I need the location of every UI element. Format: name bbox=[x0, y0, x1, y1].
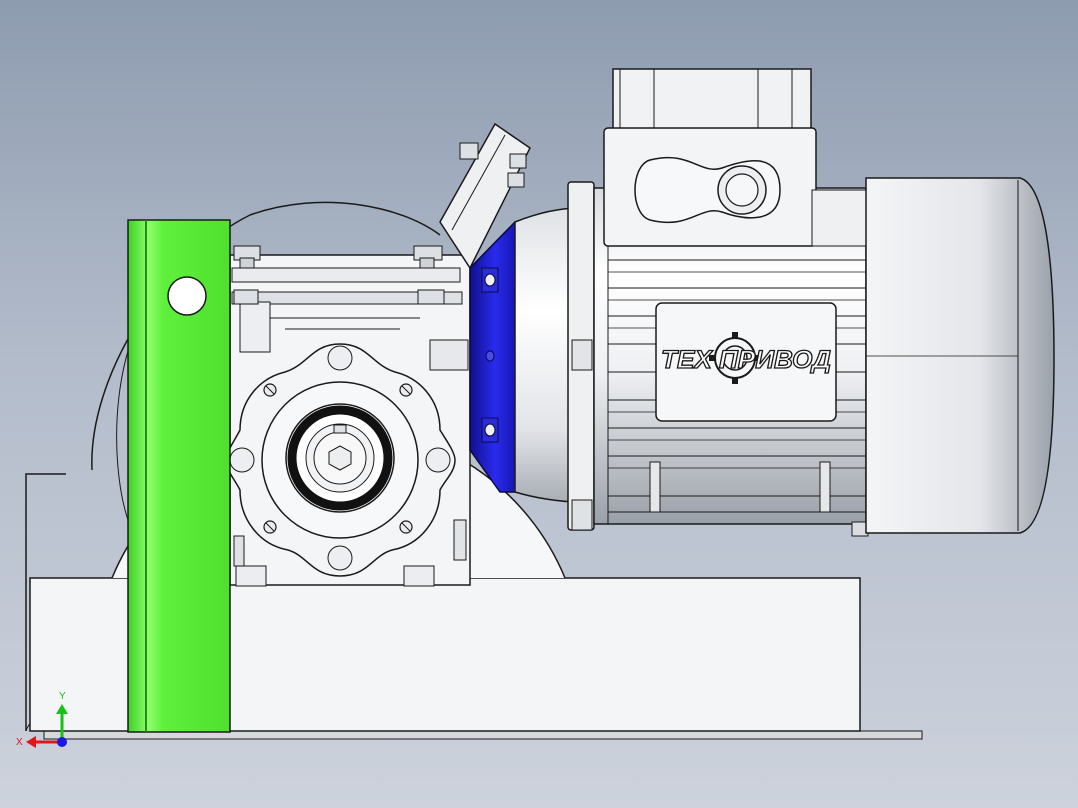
screw-icon bbox=[399, 383, 413, 397]
bolt-icon bbox=[417, 289, 445, 305]
screw-icon bbox=[399, 520, 413, 534]
motor-gearbox-model[interactable]: ТЕХ ПРИВОД Y X bbox=[0, 0, 1078, 808]
bolt-icon bbox=[507, 172, 525, 188]
terminal-box[interactable] bbox=[603, 68, 869, 247]
mounting-bracket[interactable] bbox=[127, 219, 231, 733]
screw-icon bbox=[263, 383, 277, 397]
x-axis-label: X bbox=[16, 737, 23, 748]
cad-viewport[interactable]: ТЕХ ПРИВОД Y X bbox=[0, 0, 1078, 808]
motor-end-cap[interactable] bbox=[865, 177, 1055, 534]
bolt-icon bbox=[233, 289, 259, 305]
bolt-icon bbox=[509, 153, 527, 169]
z-axis-origin-icon bbox=[57, 737, 67, 747]
cable-gland-icon bbox=[717, 165, 767, 215]
motor-front-cone[interactable] bbox=[514, 181, 595, 531]
adapter-flange[interactable] bbox=[469, 221, 521, 493]
screw-icon bbox=[263, 520, 277, 534]
bolt-icon bbox=[459, 142, 479, 160]
mounting-hole bbox=[167, 276, 207, 316]
y-axis-label: Y bbox=[59, 691, 66, 702]
nameplate[interactable]: ТЕХ ПРИВОД bbox=[655, 302, 837, 422]
brand-label: ТЕХ ПРИВОД bbox=[661, 346, 831, 374]
